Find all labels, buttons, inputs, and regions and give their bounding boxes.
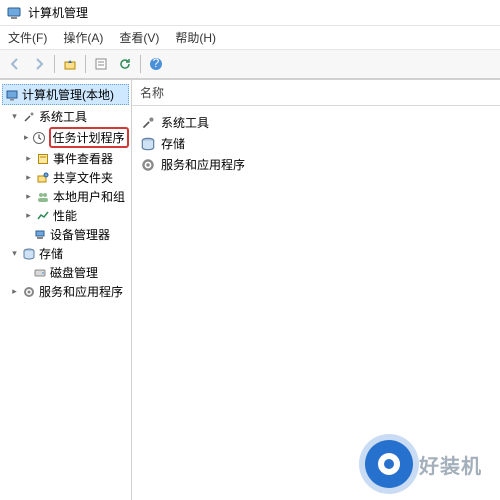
list-item-label: 存储 [161, 135, 185, 152]
tree-shared-folders[interactable]: ▸ 共享文件夹 [2, 168, 129, 187]
expand-icon[interactable]: ▸ [10, 287, 19, 296]
help-icon: ? [149, 57, 163, 71]
collapse-icon[interactable]: ▾ [10, 112, 19, 121]
menu-action[interactable]: 操作(A) [63, 29, 103, 46]
list-item[interactable]: 系统工具 [138, 112, 494, 133]
watermark: 好装机 [365, 440, 482, 488]
tree-label: 磁盘管理 [50, 264, 98, 281]
back-button[interactable] [4, 53, 26, 75]
tree-local-users[interactable]: ▸ 本地用户和组 [2, 187, 129, 206]
help-button[interactable]: ? [145, 53, 167, 75]
list-item[interactable]: 存储 [138, 133, 494, 154]
list-item-label: 系统工具 [161, 114, 209, 131]
expand-icon[interactable]: ▸ [24, 154, 33, 163]
menu-view[interactable]: 查看(V) [119, 29, 159, 46]
event-icon [36, 152, 50, 166]
refresh-button[interactable] [114, 53, 136, 75]
content-area: 计算机管理(本地) ▾ 系统工具 ▸ 任务计划程序 ▸ 事件查看器 ▸ 共享文件 [0, 79, 500, 500]
properties-button[interactable] [90, 53, 112, 75]
tree-label: 性能 [53, 207, 77, 224]
tree-performance[interactable]: ▸ 性能 [2, 206, 129, 225]
separator [140, 55, 141, 73]
tree-label: 事件查看器 [53, 150, 113, 167]
arrow-right-icon [32, 57, 46, 71]
nav-tree[interactable]: 计算机管理(本地) ▾ 系统工具 ▸ 任务计划程序 ▸ 事件查看器 ▸ 共享文件 [0, 80, 132, 500]
separator [85, 55, 86, 73]
expand-icon[interactable]: ▸ [24, 173, 33, 182]
folder-up-icon [63, 57, 77, 71]
menu-file[interactable]: 文件(F) [8, 29, 47, 46]
expand-icon[interactable]: ▸ [24, 133, 29, 142]
refresh-icon [118, 57, 132, 71]
disk-icon [33, 266, 47, 280]
menu-help[interactable]: 帮助(H) [175, 29, 216, 46]
tree-storage[interactable]: ▾ 存储 [2, 244, 129, 263]
tree-system-tools[interactable]: ▾ 系统工具 [2, 107, 129, 126]
tree-root-label: 计算机管理(本地) [22, 86, 114, 103]
expand-icon[interactable]: ▸ [24, 211, 33, 220]
forward-button[interactable] [28, 53, 50, 75]
performance-icon [36, 209, 50, 223]
list-item[interactable]: 服务和应用程序 [138, 154, 494, 175]
tree-root[interactable]: 计算机管理(本地) [2, 84, 129, 105]
tree-disk-management[interactable]: 磁盘管理 [2, 263, 129, 282]
collapse-icon[interactable]: ▾ [10, 249, 19, 258]
watermark-text: 好装机 [419, 450, 482, 479]
tree-label: 设备管理器 [50, 226, 110, 243]
list-item-label: 服务和应用程序 [161, 156, 245, 173]
window-title: 计算机管理 [28, 4, 88, 21]
menubar: 文件(F) 操作(A) 查看(V) 帮助(H) [0, 26, 500, 50]
services-icon [22, 285, 36, 299]
tree-services-apps[interactable]: ▸ 服务和应用程序 [2, 282, 129, 301]
app-window: 计算机管理 文件(F) 操作(A) 查看(V) 帮助(H) ? [0, 0, 500, 500]
arrow-left-icon [8, 57, 22, 71]
tree-label: 存储 [39, 245, 63, 262]
tools-icon [22, 110, 36, 124]
list-pane: 名称 系统工具 存储 服务和应用程序 [132, 80, 500, 500]
titlebar: 计算机管理 [0, 0, 500, 26]
toolbar: ? [0, 50, 500, 79]
tree-label: 本地用户和组 [53, 188, 125, 205]
tree-label-highlighted: 任务计划程序 [49, 127, 129, 148]
users-icon [36, 190, 50, 204]
expand-icon[interactable]: ▸ [24, 192, 33, 201]
separator [54, 55, 55, 73]
tools-icon [140, 115, 156, 131]
clock-icon [32, 131, 46, 145]
tree-label: 共享文件夹 [53, 169, 113, 186]
tree-event-viewer[interactable]: ▸ 事件查看器 [2, 149, 129, 168]
tree-label: 服务和应用程序 [39, 283, 123, 300]
tree-label: 系统工具 [39, 108, 87, 125]
storage-icon [140, 136, 156, 152]
share-icon [36, 171, 50, 185]
tree-task-scheduler[interactable]: ▸ 任务计划程序 [2, 126, 129, 149]
svg-text:?: ? [153, 57, 160, 70]
watermark-logo [365, 440, 413, 488]
list-header-name[interactable]: 名称 [132, 80, 500, 106]
services-icon [140, 157, 156, 173]
storage-icon [22, 247, 36, 261]
app-icon [6, 5, 22, 21]
computer-icon [5, 88, 19, 102]
properties-icon [94, 57, 108, 71]
up-button[interactable] [59, 53, 81, 75]
tree-device-manager[interactable]: 设备管理器 [2, 225, 129, 244]
device-icon [33, 228, 47, 242]
